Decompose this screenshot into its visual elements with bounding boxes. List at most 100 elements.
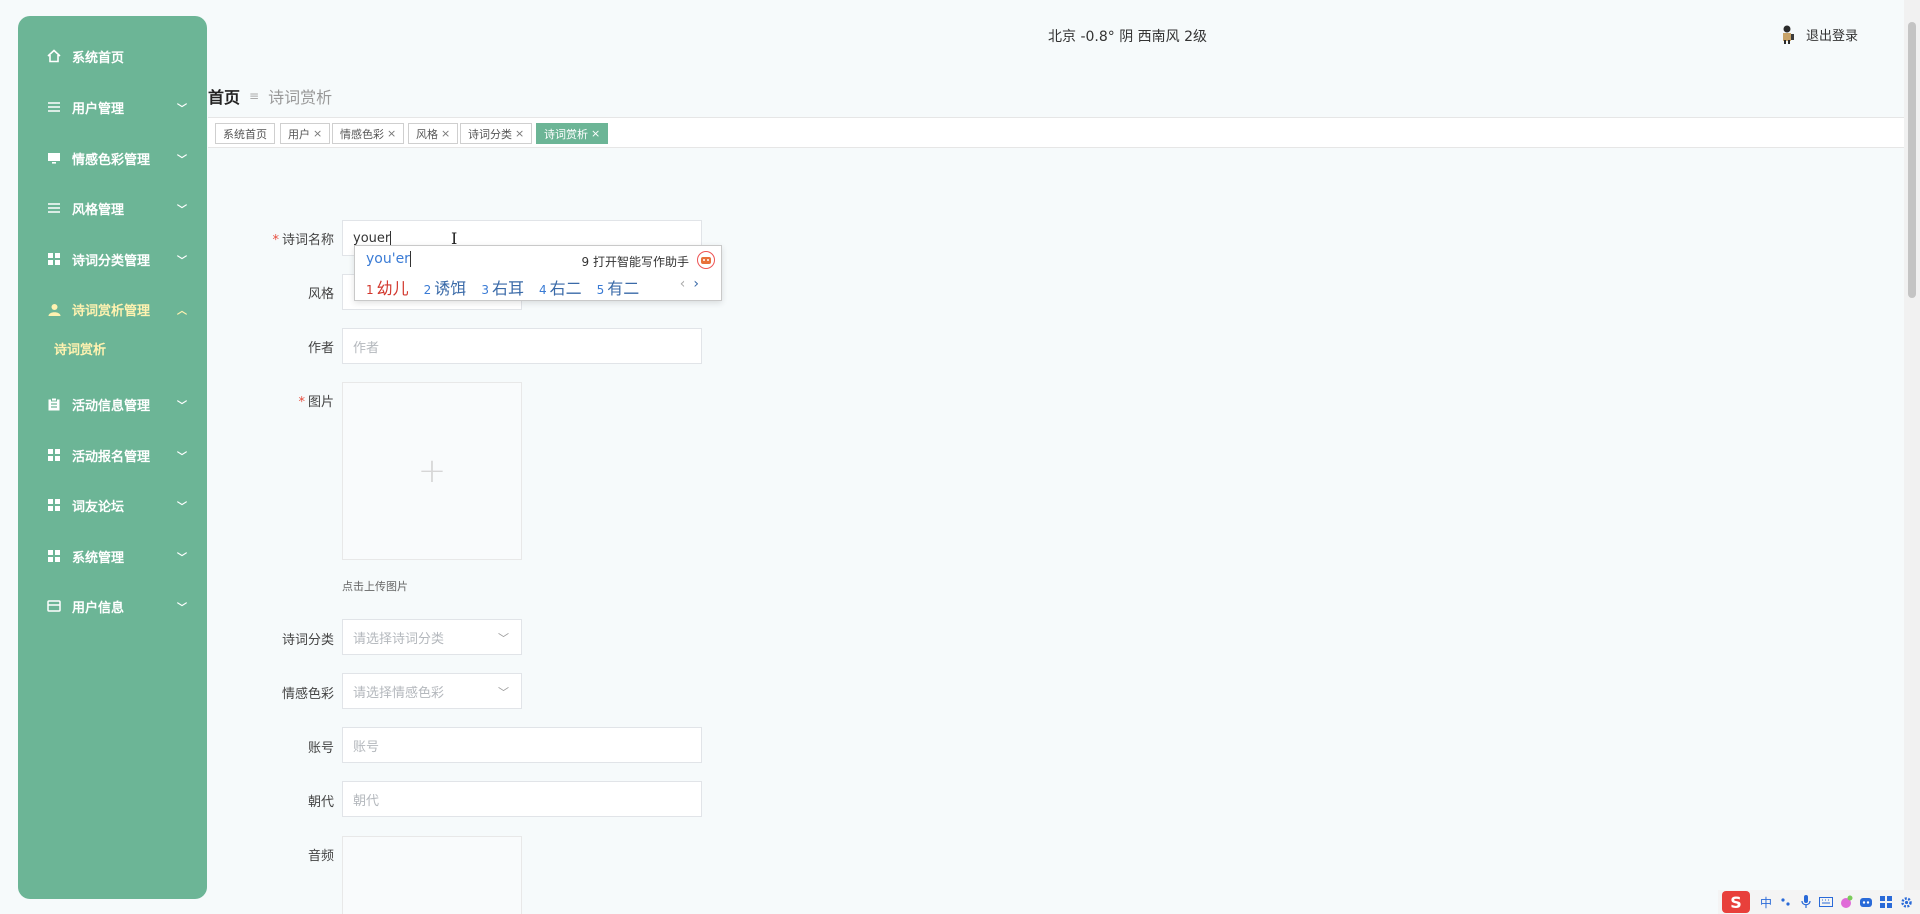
robot-icon[interactable] bbox=[1857, 893, 1875, 911]
sidebar-item-label: 用户信息 bbox=[72, 600, 125, 616]
breadcrumb: 首页 ≡ 诗词赏析 bbox=[208, 84, 332, 108]
tag-label: 诗词分类 bbox=[468, 127, 512, 141]
close-icon[interactable]: × bbox=[591, 127, 600, 140]
poem-name-label: * 诗词名称 bbox=[272, 233, 334, 248]
plus-icon: + bbox=[417, 451, 447, 491]
sidebar-item-system[interactable]: 系统管理 ﹀ bbox=[18, 538, 207, 574]
chevron-down-icon: ﹀ bbox=[498, 632, 509, 645]
avatar bbox=[1778, 24, 1798, 44]
tag-label: 用户 bbox=[288, 127, 310, 141]
sidebar-item-activity-info[interactable]: 活动信息管理 ﹀ bbox=[18, 386, 207, 422]
sidebar-item-label: 系统管理 bbox=[72, 550, 125, 566]
sidebar-item-label: 活动信息管理 bbox=[72, 398, 151, 414]
dynasty-label: 朝代 bbox=[307, 795, 334, 810]
tag-home[interactable]: 系统首页 bbox=[215, 123, 275, 144]
chevron-down-icon: ﹀ bbox=[177, 501, 187, 513]
tag-style[interactable]: 风格 × bbox=[408, 123, 459, 144]
required-mark: * bbox=[298, 395, 305, 410]
scrollbar[interactable] bbox=[1904, 0, 1920, 914]
sidebar-item-label: 活动报名管理 bbox=[72, 449, 151, 465]
sidebar-item-users[interactable]: 用户管理 ﹀ bbox=[18, 89, 207, 125]
keyboard-icon[interactable] bbox=[1817, 893, 1835, 911]
submenu-item-poem-appreciation[interactable]: 诗词赏析 bbox=[54, 339, 106, 358]
close-icon[interactable]: × bbox=[313, 127, 322, 140]
settings-icon[interactable] bbox=[1897, 893, 1915, 911]
ime-candidate[interactable]: 1 幼儿 bbox=[366, 275, 409, 299]
ime-mode-indicator[interactable]: 中 bbox=[1757, 893, 1775, 911]
ime-candidate[interactable]: 3 右耳 bbox=[481, 275, 524, 299]
chevron-down-icon: ﹀ bbox=[498, 686, 509, 699]
ime-assist-link[interactable]: 9 打开智能写作助手 bbox=[582, 253, 689, 270]
sidebar-item-label: 词友论坛 bbox=[72, 499, 125, 515]
close-icon[interactable]: × bbox=[515, 127, 524, 140]
sidebar-item-poem-category[interactable]: 诗词分类管理 ﹀ bbox=[18, 241, 207, 277]
sidebar-item-activity-signup[interactable]: 活动报名管理 ﹀ bbox=[18, 437, 207, 473]
dynasty-placeholder: 朝代 bbox=[353, 793, 380, 809]
sidebar: 系统首页 用户管理 ﹀ 情感色彩管理 ﹀ 风格管理 ﹀ 诗词分类管理 ﹀ 诗词赏… bbox=[18, 16, 207, 899]
logout-button[interactable]: 退出登录 bbox=[1778, 24, 1858, 44]
category-label: 诗词分类 bbox=[281, 633, 334, 648]
toolbox-icon[interactable] bbox=[1877, 893, 1895, 911]
tag-users[interactable]: 用户 × bbox=[280, 123, 331, 144]
required-mark: * bbox=[272, 233, 279, 248]
dynasty-input[interactable]: 朝代 bbox=[342, 781, 702, 817]
skin-icon[interactable] bbox=[1837, 893, 1855, 911]
audio-label: 音频 bbox=[307, 849, 334, 864]
grid-icon bbox=[46, 447, 62, 463]
tags-bar: 系统首页 用户 × 情感色彩 × 风格 × 诗词分类 × 诗词赏析 × bbox=[208, 117, 1904, 148]
ime-candidate[interactable]: 4 右二 bbox=[539, 275, 582, 299]
chevron-down-icon: ﹀ bbox=[177, 154, 187, 166]
account-label: 账号 bbox=[307, 741, 334, 756]
author-input[interactable]: 作者 bbox=[342, 328, 702, 364]
upload-tip: 点击上传图片 bbox=[342, 580, 408, 593]
tag-poem-category[interactable]: 诗词分类 × bbox=[460, 123, 533, 144]
breadcrumb-separator-icon: ≡ bbox=[249, 89, 260, 103]
sidebar-item-home[interactable]: 系统首页 bbox=[18, 38, 207, 74]
sidebar-item-poem-appreciation[interactable]: 诗词赏析管理 ︿ bbox=[18, 291, 207, 327]
sidebar-item-forum[interactable]: 词友论坛 ﹀ bbox=[18, 487, 207, 523]
close-icon[interactable]: × bbox=[441, 127, 450, 140]
ime-candidates: 1 幼儿 2 诱饵 3 右耳 4 右二 5 有二 bbox=[366, 275, 654, 299]
scrollbar-thumb[interactable] bbox=[1908, 22, 1916, 298]
list-icon bbox=[46, 200, 62, 216]
chevron-down-icon: ﹀ bbox=[177, 451, 187, 463]
weather-info: 北京 -0.8° 阴 西南风 2级 bbox=[1048, 29, 1208, 45]
chevron-down-icon: ﹀ bbox=[177, 552, 187, 564]
chevron-right-icon[interactable]: › bbox=[693, 276, 699, 292]
image-uploader[interactable]: + bbox=[342, 382, 522, 560]
audio-uploader[interactable] bbox=[342, 836, 522, 914]
author-placeholder: 作者 bbox=[353, 340, 380, 356]
assistant-icon[interactable] bbox=[697, 251, 715, 269]
ime-candidate[interactable]: 5 有二 bbox=[597, 275, 640, 299]
emotion-select[interactable]: 请选择情感色彩 ﹀ bbox=[342, 673, 522, 709]
poem-name-value: youer bbox=[353, 230, 391, 246]
breadcrumb-current: 诗词赏析 bbox=[268, 88, 333, 107]
sidebar-item-user-info[interactable]: 用户信息 ﹀ bbox=[18, 588, 207, 624]
card-icon bbox=[46, 598, 62, 614]
microphone-icon[interactable] bbox=[1797, 893, 1815, 911]
ime-candidate[interactable]: 2 诱饵 bbox=[424, 275, 467, 299]
sidebar-item-emotion[interactable]: 情感色彩管理 ﹀ bbox=[18, 140, 207, 176]
emotion-label: 情感色彩 bbox=[281, 687, 334, 702]
sidebar-item-label: 风格管理 bbox=[72, 202, 125, 218]
user-icon bbox=[46, 301, 62, 317]
account-placeholder: 账号 bbox=[353, 739, 380, 755]
category-select[interactable]: 请选择诗词分类 ﹀ bbox=[342, 619, 522, 655]
tag-poem-appreciation[interactable]: 诗词赏析 × bbox=[536, 123, 609, 144]
tag-label: 系统首页 bbox=[223, 127, 267, 141]
account-input[interactable]: 账号 bbox=[342, 727, 702, 763]
sidebar-item-style[interactable]: 风格管理 ﹀ bbox=[18, 190, 207, 226]
punctuation-icon[interactable] bbox=[1777, 893, 1795, 911]
ime-pinyin: you'er bbox=[366, 251, 411, 267]
chevron-left-icon[interactable]: ‹ bbox=[680, 276, 686, 292]
category-placeholder: 请选择诗词分类 bbox=[353, 631, 445, 647]
chevron-down-icon: ﹀ bbox=[177, 400, 187, 412]
sogou-logo-icon[interactable]: S bbox=[1722, 891, 1750, 913]
monitor-icon bbox=[46, 150, 62, 166]
clipboard-icon bbox=[46, 396, 62, 412]
tag-emotion[interactable]: 情感色彩 × bbox=[332, 123, 405, 144]
breadcrumb-home[interactable]: 首页 bbox=[208, 84, 240, 108]
grid-icon bbox=[46, 548, 62, 564]
home-icon bbox=[46, 48, 62, 64]
close-icon[interactable]: × bbox=[387, 127, 396, 140]
